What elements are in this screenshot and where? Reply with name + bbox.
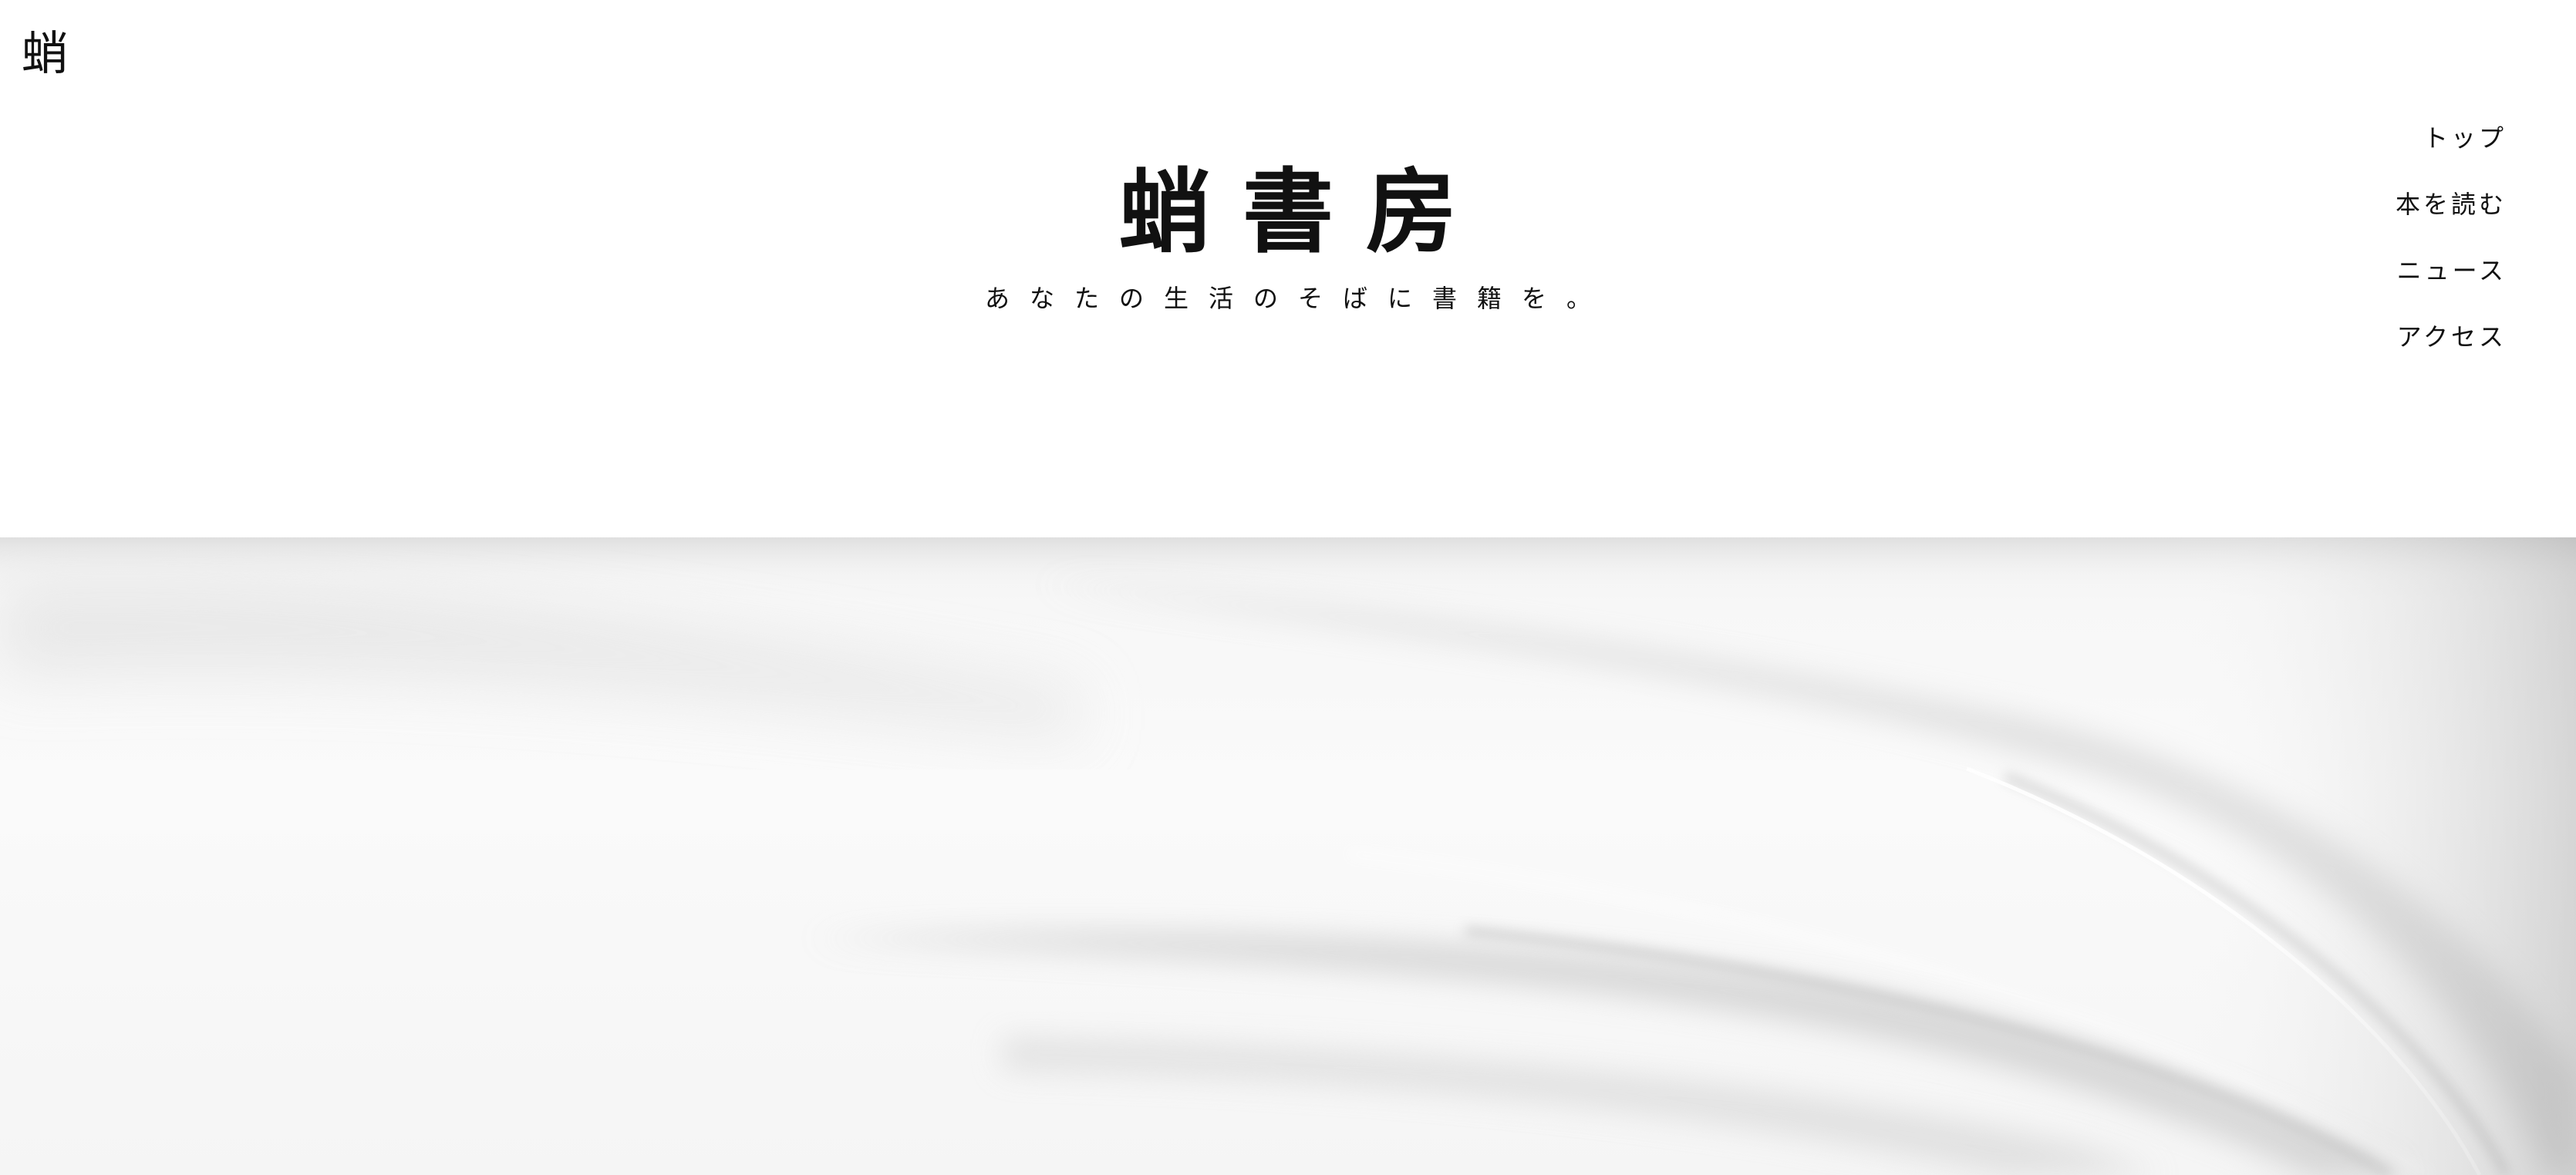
nav-item-read[interactable]: 本を読む <box>2306 183 2507 250</box>
nav-list: トップ 本を読む ニュース アクセス <box>2306 117 2507 382</box>
site-tagline: あなたの生活のそばに書籍を。 <box>984 284 1611 313</box>
logo-link[interactable]: 蛸 <box>22 31 68 77</box>
hero-image <box>0 537 2576 1175</box>
nav-list-item: トップ <box>2306 117 2507 183</box>
page: 蛸 蛸書房 あなたの生活のそばに書籍を。 トップ 本を読む ニュース アクセス <box>0 0 2576 1175</box>
open-book-pages-illustration <box>0 537 2576 1175</box>
nav-item-access[interactable]: アクセス <box>2306 316 2507 382</box>
nav-item-news[interactable]: ニュース <box>2306 250 2507 316</box>
site-title: 蛸書房 <box>1118 158 1489 265</box>
nav-list-item: ニュース <box>2306 250 2507 316</box>
global-nav: トップ 本を読む ニュース アクセス <box>2306 117 2507 382</box>
nav-list-item: アクセス <box>2306 316 2507 382</box>
nav-item-top[interactable]: トップ <box>2306 117 2507 183</box>
nav-list-item: 本を読む <box>2306 183 2507 250</box>
